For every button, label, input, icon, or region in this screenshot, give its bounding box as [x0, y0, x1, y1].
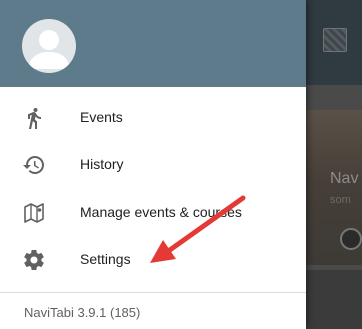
- walking-person-icon: [22, 106, 46, 130]
- folded-map-icon: [22, 201, 46, 225]
- history-clock-icon: [22, 153, 46, 177]
- background-card-subtitle: som: [330, 194, 351, 206]
- menu-item-label: Events: [80, 109, 123, 125]
- menu-item-manage-events-courses[interactable]: Manage events & courses: [0, 189, 306, 237]
- background-card-badge: [340, 228, 362, 250]
- menu-item-history[interactable]: History: [0, 141, 306, 189]
- menu-item-label: Manage events & courses: [80, 204, 242, 220]
- map-view-icon: [323, 28, 347, 52]
- background-card-title: Nav: [330, 170, 359, 187]
- menu-item-label: History: [80, 156, 124, 172]
- app-version-label: NaviTabi 3.9.1 (185): [24, 305, 141, 320]
- navigation-drawer: Events History Manage events & courses S…: [0, 0, 306, 329]
- gear-icon: [22, 248, 46, 272]
- background-bottom-area: [300, 270, 362, 329]
- menu-item-settings[interactable]: Settings: [0, 236, 306, 284]
- drawer-divider: [0, 292, 306, 293]
- screen: Nav som Events History Manage events & c…: [0, 0, 362, 329]
- drawer-header: [0, 0, 306, 87]
- avatar-person-icon: [28, 30, 70, 69]
- avatar[interactable]: [22, 19, 76, 73]
- menu-item-label: Settings: [80, 251, 131, 267]
- menu-item-events[interactable]: Events: [0, 94, 306, 142]
